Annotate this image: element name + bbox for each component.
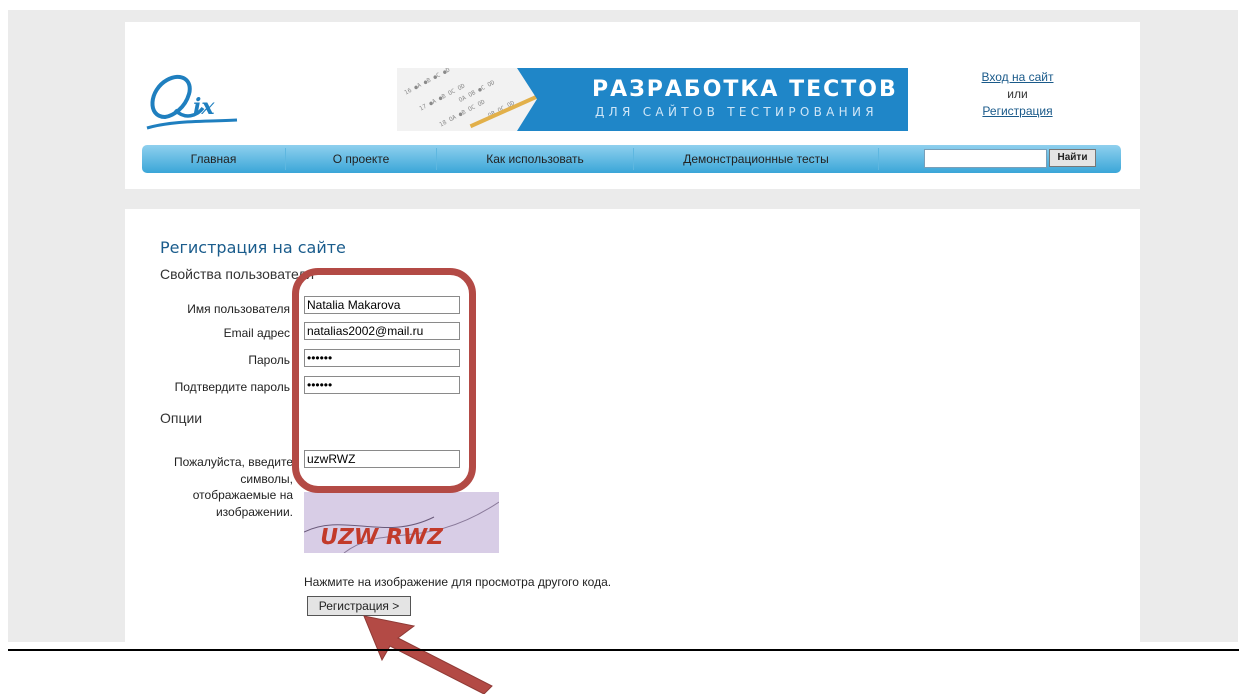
email-label: Email адрес [223,326,290,340]
banner-title: РАЗРАБОТКА ТЕСТОВ [592,77,898,102]
bottom-divider [8,649,1239,651]
site-logo[interactable]: ix [145,72,240,134]
email-field[interactable] [304,322,460,340]
nav-item-demo-tests[interactable]: Демонстрационные тесты [634,145,878,173]
search-input[interactable] [924,149,1047,168]
or-text: или [1007,87,1028,101]
nav-item-home[interactable]: Главная [142,145,285,173]
search-button[interactable]: Найти [1049,149,1096,167]
register-link[interactable]: Регистрация [982,104,1052,118]
password-field[interactable] [304,349,460,367]
register-submit-button[interactable]: Регистрация > [307,596,411,616]
username-field[interactable] [304,296,460,314]
nav-item-about[interactable]: О проекте [286,145,436,173]
captcha-label: Пожалуйста, введите символы, отображаемы… [173,455,293,519]
nav-separator [878,148,879,170]
captcha-image[interactable]: UZW RWZ [304,492,499,553]
section-options: Опции [160,410,203,426]
section-user-properties: Свойства пользователя [160,266,315,282]
username-label: Имя пользователя [187,302,290,316]
captcha-hint: Нажмите на изображение для просмотра дру… [304,575,612,589]
password-label: Пароль [248,353,290,367]
banner-subtitle: ДЛЯ САЙТОВ ТЕСТИРОВАНИЯ [595,105,878,119]
captcha-field[interactable] [304,450,460,468]
svg-text:ix: ix [193,94,215,120]
auth-links: Вход на сайт или Регистрация [970,69,1065,120]
login-link[interactable]: Вход на сайт [982,70,1054,84]
captcha-text: UZW RWZ [318,524,445,550]
confirm-password-label: Подтвердите пароль [174,380,290,394]
nav-item-how-to-use[interactable]: Как использовать [437,145,633,173]
header-banner: 16 ●A ●B ●C ●D 17 ●A ●B OC OD 18 OA ●B O… [397,68,908,131]
confirm-password-field[interactable] [304,376,460,394]
page-title: Регистрация на сайте [160,238,346,257]
